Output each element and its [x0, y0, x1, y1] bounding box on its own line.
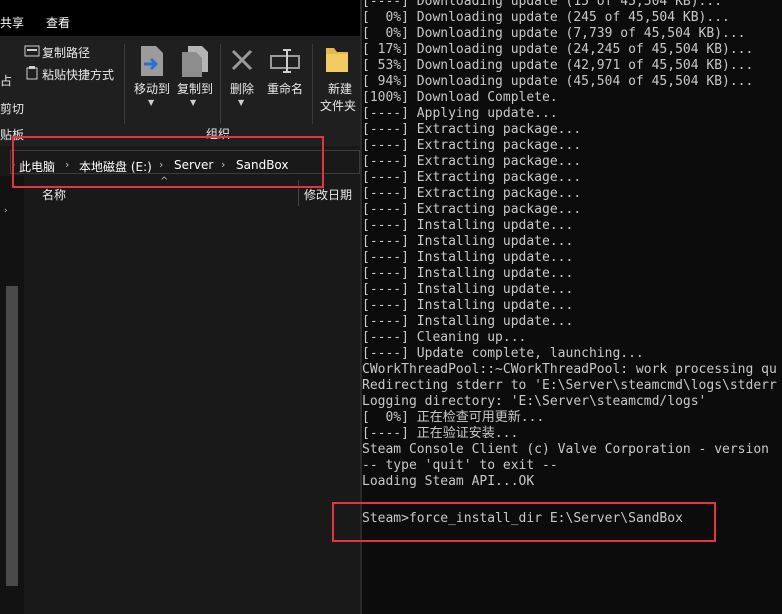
delete-button[interactable]: 删除 ▼	[224, 42, 260, 126]
console-line: [100%] Download Complete.	[362, 90, 558, 105]
breadcrumb-separator[interactable]: ›	[65, 158, 69, 171]
clipboard-cut-fragment[interactable]: 剪切	[0, 100, 24, 117]
new-folder-button[interactable]: 新建 文件夹	[316, 42, 360, 126]
copy-to-button[interactable]: 复制到 ▼	[172, 42, 218, 126]
chevron-down-icon: ▼	[238, 98, 245, 107]
console-line: Loading Steam API...OK	[362, 474, 535, 489]
console-line: [----] 正在验证安装...	[362, 426, 519, 441]
console-prompt-line[interactable]: Steam>force_install_dir E:\Server\SandBo…	[362, 511, 683, 527]
console-line: [----] Extracting package...	[362, 186, 582, 201]
console-line: Steam Console Client (c) Valve Corporati…	[362, 442, 769, 457]
copy-path-button[interactable]: 复制路径	[22, 42, 122, 62]
group-label-organize: 组织	[206, 127, 231, 141]
address-breadcrumb-box[interactable]: › 此电脑 › 本地磁盘 (E:) › Server › SandBox	[10, 150, 360, 174]
console-line: [ 0%] 正在检查可用更新...	[362, 410, 545, 425]
chevron-down-icon: ▼	[190, 98, 197, 107]
paste-shortcut-icon	[26, 66, 38, 80]
breadcrumb-sandbox[interactable]: SandBox	[236, 158, 289, 172]
console-line: [ 0%] Downloading update (245 of 45,504 …	[362, 10, 730, 25]
clipboard-group-label-fragment: 贴板	[0, 128, 25, 142]
breadcrumb-this-pc[interactable]: 此电脑	[19, 158, 55, 175]
rename-icon	[270, 49, 300, 73]
breadcrumb-local-disk-e[interactable]: 本地磁盘 (E:)	[79, 158, 152, 175]
console-line: [----] Installing update...	[362, 218, 574, 233]
ribbon-separator	[312, 44, 313, 124]
console-line: [----] Extracting package...	[362, 202, 582, 217]
ribbon-home: 占 剪切 贴板 复制路径 粘贴快捷方式 移动到 ▼ 复制到 ▼ 删除 ▼ 重命名…	[0, 36, 360, 146]
console-line: [----] Installing update...	[362, 234, 574, 249]
paste-shortcut-button[interactable]: 粘贴快捷方式	[22, 64, 122, 84]
chevron-right-icon[interactable]: ›	[4, 206, 8, 216]
console-line: [----] Installing update...	[362, 250, 574, 265]
copy-path-label: 复制路径	[42, 46, 91, 60]
console-line: [----] Extracting package...	[362, 138, 582, 153]
delete-label: 删除	[229, 82, 254, 96]
new-folder-label-line2: 文件夹	[319, 99, 356, 113]
ribbon-separator	[220, 44, 221, 124]
column-header-row: ^ 名称 修改日期	[24, 176, 360, 210]
navigation-scrollbar[interactable]	[6, 286, 18, 586]
console-line: [----] Installing update...	[362, 282, 574, 297]
console-line: [----] Installing update...	[362, 298, 574, 313]
tab-share[interactable]: 共享	[0, 14, 24, 31]
console-line: Logging directory: 'E:\Server\steamcmd/l…	[362, 394, 707, 409]
paste-shortcut-label: 粘贴快捷方式	[42, 68, 115, 82]
new-folder-icon	[326, 48, 348, 72]
copy-path-icon	[24, 45, 40, 57]
breadcrumb-separator[interactable]: ›	[159, 158, 163, 171]
console-line: [ 0%] Downloading update (7,739 of 45,50…	[362, 26, 746, 41]
copy-to-icon	[182, 46, 208, 77]
breadcrumb-separator[interactable]: ›	[221, 158, 225, 171]
navigation-pane: ›	[0, 176, 24, 614]
console-line: CWorkThreadPool::~CWorkThreadPool: work …	[362, 362, 777, 377]
console-line: [----] Installing update...	[362, 314, 574, 329]
delete-icon	[231, 49, 253, 71]
move-to-button[interactable]: 移动到 ▼	[128, 42, 174, 126]
column-divider[interactable]	[298, 180, 299, 206]
column-header-date-modified[interactable]: 修改日期	[304, 186, 352, 203]
new-folder-label-line1: 新建	[327, 82, 352, 96]
console-line: Redirecting stderr to 'E:\Server\steamcm…	[362, 378, 777, 393]
console-line: [----] Downloading update (15 of 45,504 …	[362, 0, 723, 9]
breadcrumb-server[interactable]: Server	[174, 158, 213, 172]
console-command: force_install_dir E:\Server\SandBox	[408, 511, 683, 526]
console-line: [----] Cleaning up...	[362, 330, 527, 345]
console-line: [----] Extracting package...	[362, 122, 582, 137]
ribbon-tab-bar: 共享 查看	[0, 0, 360, 36]
sort-ascending-icon: ^	[160, 176, 169, 187]
address-bar: › 此电脑 › 本地磁盘 (E:) › Server › SandBox	[0, 146, 360, 176]
file-explorer-window: 共享 查看 占 剪切 贴板 复制路径 粘贴快捷方式 移动到 ▼ 复制到 ▼ 删除…	[0, 0, 360, 614]
column-header-name[interactable]: 名称	[42, 186, 66, 203]
console-line: [----] Extracting package...	[362, 170, 582, 185]
copy-to-label: 复制到	[176, 82, 213, 96]
console-line: [----] Applying update...	[362, 106, 558, 121]
ribbon-separator	[124, 44, 125, 124]
move-to-label: 移动到	[133, 82, 170, 96]
console-line: [----] Extracting package...	[362, 154, 582, 169]
rename-button[interactable]: 重命名	[262, 42, 308, 126]
console-line: [ 53%] Downloading update (42,971 of 45,…	[362, 58, 754, 73]
breadcrumb-separator: ›	[11, 158, 16, 171]
console-line: [----] Update complete, launching...	[362, 346, 644, 361]
chevron-down-icon: ▼	[148, 98, 155, 107]
console-line: [----] Installing update...	[362, 266, 574, 281]
move-to-icon	[141, 46, 163, 76]
clipboard-paste-fragment: 占	[0, 74, 13, 88]
console-line: [ 17%] Downloading update (24,245 of 45,…	[362, 42, 754, 57]
file-list[interactable]: ^ 名称 修改日期	[24, 176, 360, 614]
steamcmd-console[interactable]: [----] Downloading update (15 of 45,504 …	[360, 0, 782, 614]
console-output: [----] Downloading update (15 of 45,504 …	[362, 0, 782, 490]
rename-label: 重命名	[266, 82, 303, 96]
console-line: -- type 'quit' to exit --	[362, 458, 558, 473]
console-line: [ 94%] Downloading update (45,504 of 45,…	[362, 74, 754, 89]
tab-view[interactable]: 查看	[46, 14, 70, 31]
console-prompt: Steam>	[362, 511, 409, 526]
